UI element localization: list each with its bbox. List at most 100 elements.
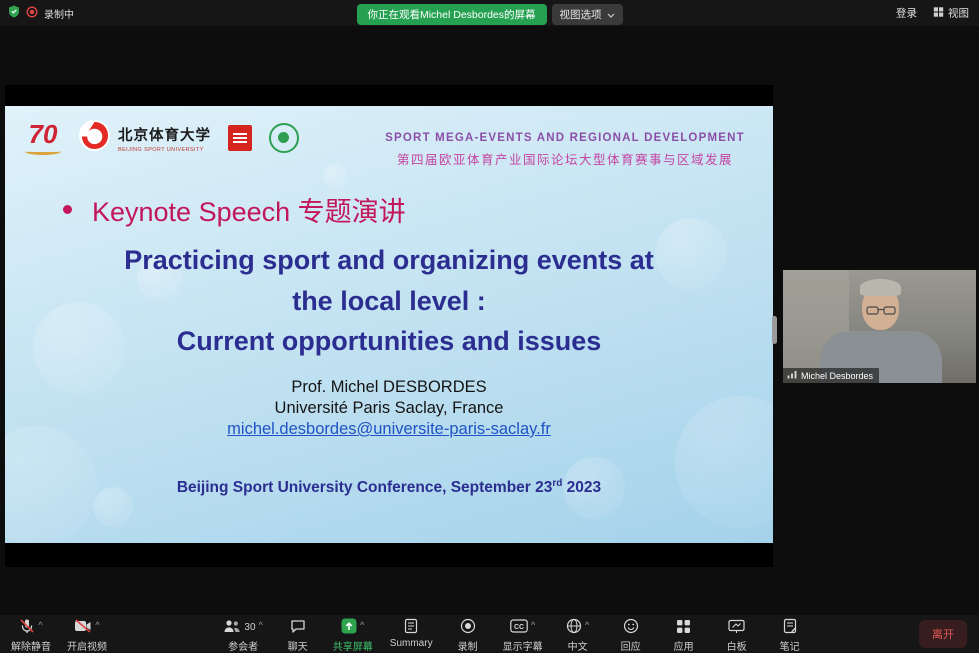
language-label: 中文 xyxy=(568,638,588,653)
chat-button[interactable]: 聊天 xyxy=(275,615,321,653)
view-layout-label: 视图 xyxy=(948,6,969,21)
apps-icon xyxy=(676,619,691,637)
record-button[interactable]: 录制 xyxy=(445,615,491,653)
watching-screen-banner: 你正在观看Michel Desbordes的屏幕 xyxy=(356,4,546,25)
speaker-affiliation: Université Paris Saclay, France xyxy=(5,398,773,419)
glasses-icon xyxy=(866,303,896,321)
participant-video-thumbnail[interactable]: Michel Desbordes xyxy=(783,270,976,383)
captions-icon: CC xyxy=(510,619,528,636)
slide-footer-superscript: rd xyxy=(552,478,562,489)
conference-header: SPORT MEGA-EVENTS AND REGIONAL DEVELOPME… xyxy=(379,132,751,168)
presentation-slide: 70 北京体育大学 BEIJING SPORT UNIVERSITY SPORT… xyxy=(5,106,773,543)
summary-button[interactable]: Summary xyxy=(385,615,438,653)
chevron-up-icon[interactable]: ^ xyxy=(259,621,263,630)
share-screen-icon xyxy=(341,618,357,637)
camera-off-icon xyxy=(74,619,92,636)
partner-logo-green xyxy=(269,123,299,153)
recording-status: 录制中 xyxy=(8,5,74,21)
partner-logo-red xyxy=(228,125,252,151)
participants-label: 参会者 xyxy=(228,638,258,653)
chat-label: 聊天 xyxy=(288,638,308,653)
connection-quality-icon xyxy=(787,370,797,381)
bullet-dot-icon xyxy=(63,205,72,214)
meeting-toolbar: ^ 解除静音 ^ 开启视频 30 ^ 参会者 xyxy=(0,615,979,653)
language-globe-icon xyxy=(566,618,582,637)
signin-label: 登录 xyxy=(896,6,917,21)
anniversary-swoosh-icon xyxy=(25,148,61,155)
apps-button[interactable]: 应用 xyxy=(661,615,707,653)
leave-button[interactable]: 离开 xyxy=(919,620,967,648)
notes-icon xyxy=(783,618,797,637)
chevron-up-icon[interactable]: ^ xyxy=(360,621,364,630)
toolbar-right-group: 离开 xyxy=(919,615,967,653)
slide-title-line-3: Current opportunities and issues xyxy=(5,321,773,362)
summary-label: Summary xyxy=(390,638,433,649)
language-button[interactable]: ^ 中文 xyxy=(555,615,601,653)
panel-divider-handle[interactable] xyxy=(772,316,777,344)
conference-title-zh: 第四届欧亚体育产业国际论坛大型体育赛事与区域发展 xyxy=(379,149,751,168)
whiteboard-icon xyxy=(728,619,745,637)
participant-name-label: Michel Desbordes xyxy=(801,371,873,381)
chevron-up-icon[interactable]: ^ xyxy=(531,621,535,630)
view-options-label: 视图选项 xyxy=(560,7,602,22)
bsu-swirl-icon xyxy=(78,119,111,157)
shared-screen: 70 北京体育大学 BEIJING SPORT UNIVERSITY SPORT… xyxy=(5,85,773,567)
notes-label: 笔记 xyxy=(780,638,800,653)
conference-title-en: SPORT MEGA-EVENTS AND REGIONAL DEVELOPME… xyxy=(379,132,751,144)
apps-label: 应用 xyxy=(674,638,694,653)
speaker-name: Prof. Michel DESBORDES xyxy=(5,377,773,398)
slide-title-line-2: the local level : xyxy=(5,281,773,322)
participants-icon xyxy=(223,619,241,636)
share-screen-button[interactable]: ^ 共享屏幕 xyxy=(328,615,378,653)
chevron-up-icon[interactable]: ^ xyxy=(585,621,589,630)
unmute-button[interactable]: ^ 解除静音 xyxy=(6,615,56,653)
anniversary-70-logo: 70 xyxy=(25,121,61,155)
whiteboard-label: 白板 xyxy=(727,638,747,653)
recording-status-label: 录制中 xyxy=(44,6,74,21)
participant-avatar-hair xyxy=(860,279,901,296)
university-name-zh: 北京体育大学 xyxy=(118,124,211,145)
whiteboard-button[interactable]: 白板 xyxy=(714,615,760,653)
reactions-label: 回应 xyxy=(621,638,641,653)
mic-muted-icon xyxy=(19,618,35,637)
participants-button[interactable]: 30 ^ 参会者 xyxy=(218,615,267,653)
topbar-right: 登录 视图 xyxy=(896,6,969,21)
grid-layout-icon xyxy=(933,6,944,20)
toolbar-center-group: 30 ^ 参会者 聊天 ^ 共享屏幕 xyxy=(112,615,919,653)
chevron-down-icon xyxy=(607,9,615,21)
topbar-center: 你正在观看Michel Desbordes的屏幕 视图选项 xyxy=(356,4,622,25)
view-layout-button[interactable]: 视图 xyxy=(933,6,969,21)
toolbar-left-group: ^ 解除静音 ^ 开启视频 xyxy=(6,615,112,653)
slide-footer: Beijing Sport University Conference, Sep… xyxy=(5,478,773,497)
view-options-button[interactable]: 视图选项 xyxy=(552,4,623,25)
captions-cc-text: CC xyxy=(514,624,524,631)
keynote-heading-row: Keynote Speech 专题演讲 xyxy=(63,190,406,229)
chevron-up-icon[interactable]: ^ xyxy=(38,621,42,630)
captions-button[interactable]: CC ^ 显示字幕 xyxy=(498,615,548,653)
zoom-meeting-window: 录制中 你正在观看Michel Desbordes的屏幕 视图选项 登录 视图 xyxy=(0,0,979,653)
start-video-label: 开启视频 xyxy=(67,638,107,653)
anniversary-number: 70 xyxy=(25,121,61,147)
slide-footer-text: Beijing Sport University Conference, Sep… xyxy=(177,479,553,496)
speaker-block: Prof. Michel DESBORDES Université Paris … xyxy=(5,377,773,440)
chevron-up-icon[interactable]: ^ xyxy=(95,621,99,630)
university-name-en: BEIJING SPORT UNIVERSITY xyxy=(118,147,211,153)
participant-name-tag: Michel Desbordes xyxy=(783,368,879,383)
unmute-label: 解除静音 xyxy=(11,638,51,653)
meeting-topbar: 录制中 你正在观看Michel Desbordes的屏幕 视图选项 登录 视图 xyxy=(0,0,979,26)
notes-button[interactable]: 笔记 xyxy=(767,615,813,653)
captions-label: 显示字幕 xyxy=(503,638,543,653)
chat-icon xyxy=(290,619,306,637)
summary-icon xyxy=(404,618,418,637)
signin-button[interactable]: 登录 xyxy=(896,6,917,21)
keynote-heading: Keynote Speech 专题演讲 xyxy=(92,190,406,229)
bubble-decoration xyxy=(323,164,347,188)
share-screen-label: 共享屏幕 xyxy=(333,638,373,653)
beijing-sport-university-logo: 北京体育大学 BEIJING SPORT UNIVERSITY xyxy=(78,119,211,157)
record-label: 录制 xyxy=(458,638,478,653)
recording-indicator-icon[interactable] xyxy=(26,6,38,21)
reactions-button[interactable]: 回应 xyxy=(608,615,654,653)
security-shield-icon[interactable] xyxy=(8,5,20,21)
start-video-button[interactable]: ^ 开启视频 xyxy=(62,615,112,653)
speaker-email-link: michel.desbordes@universite-paris-saclay… xyxy=(227,420,551,438)
